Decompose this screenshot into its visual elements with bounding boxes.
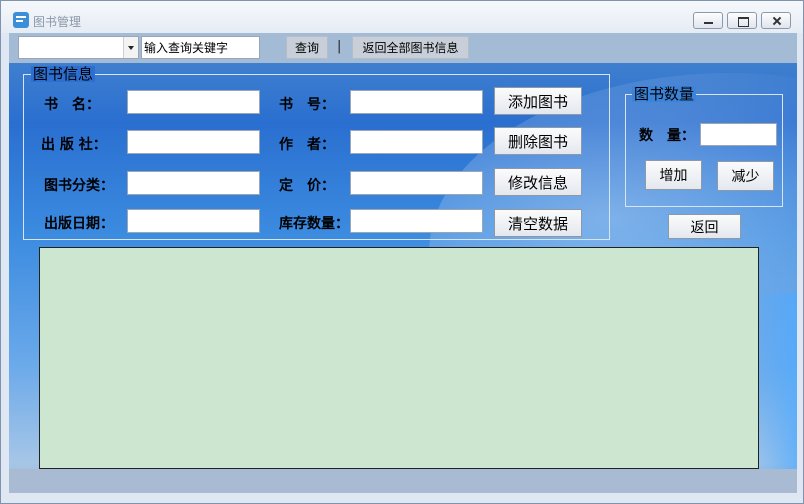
book-number-input[interactable] [350, 90, 483, 114]
search-input[interactable] [141, 36, 260, 59]
publisher-label: 出 版 社： [41, 137, 107, 153]
clear-data-button[interactable]: 清空数据 [494, 209, 582, 237]
category-input[interactable] [127, 171, 260, 195]
publisher-input[interactable] [127, 130, 260, 154]
quantity-group: 图书数量 数 量： 增加 减少 [625, 86, 783, 207]
chevron-down-icon[interactable] [123, 37, 138, 58]
pub-date-label: 出版日期： [44, 216, 114, 232]
stock-input[interactable] [350, 209, 483, 233]
book-info-group: 图书信息 书 名： 书 号： 添加图书 出 版 社： 作 者： 删除图书 图书分… [23, 66, 610, 240]
book-info-title: 图书信息 [31, 65, 96, 83]
price-input[interactable] [350, 171, 483, 195]
quantity-label: 数 量： [639, 128, 695, 144]
title-bar[interactable]: 图书管理 [1, 1, 803, 33]
pub-date-input[interactable] [127, 209, 260, 233]
query-button[interactable]: 查询 [286, 36, 328, 59]
author-label: 作 者： [279, 137, 335, 153]
main-window: 图书管理 查询 | 返回全部图书信息 图书信息 书 名： 书 号： 添加图书 出… [0, 0, 804, 504]
quantity-input[interactable] [700, 123, 777, 146]
book-name-input[interactable] [127, 90, 260, 114]
books-data-grid[interactable] [39, 247, 759, 469]
search-toolbar: 查询 | 返回全部图书信息 [9, 33, 797, 63]
maximize-button[interactable] [727, 12, 757, 29]
category-label: 图书分类： [44, 178, 114, 194]
author-input[interactable] [350, 130, 483, 154]
toolbar-separator: | [337, 39, 342, 54]
increase-button[interactable]: 增加 [645, 160, 702, 190]
app-book-icon [13, 12, 29, 28]
bottom-strip [9, 469, 797, 493]
delete-book-button[interactable]: 删除图书 [494, 127, 582, 155]
decrease-button[interactable]: 减少 [717, 161, 774, 191]
client-area: 查询 | 返回全部图书信息 图书信息 书 名： 书 号： 添加图书 出 版 社：… [9, 33, 797, 493]
search-field-combo[interactable] [18, 36, 139, 59]
minimize-button[interactable] [693, 12, 723, 29]
add-book-button[interactable]: 添加图书 [494, 87, 582, 115]
close-button[interactable] [761, 12, 791, 29]
return-button[interactable]: 返回 [668, 214, 741, 239]
price-label: 定 价： [279, 178, 335, 194]
show-all-books-button[interactable]: 返回全部图书信息 [352, 36, 469, 59]
stock-label: 库存数量： [279, 216, 349, 232]
window-title: 图书管理 [33, 15, 82, 29]
quantity-title: 图书数量 [632, 85, 697, 103]
book-number-label: 书 号： [279, 97, 335, 113]
edit-info-button[interactable]: 修改信息 [494, 168, 582, 196]
book-name-label: 书 名： [44, 97, 100, 113]
